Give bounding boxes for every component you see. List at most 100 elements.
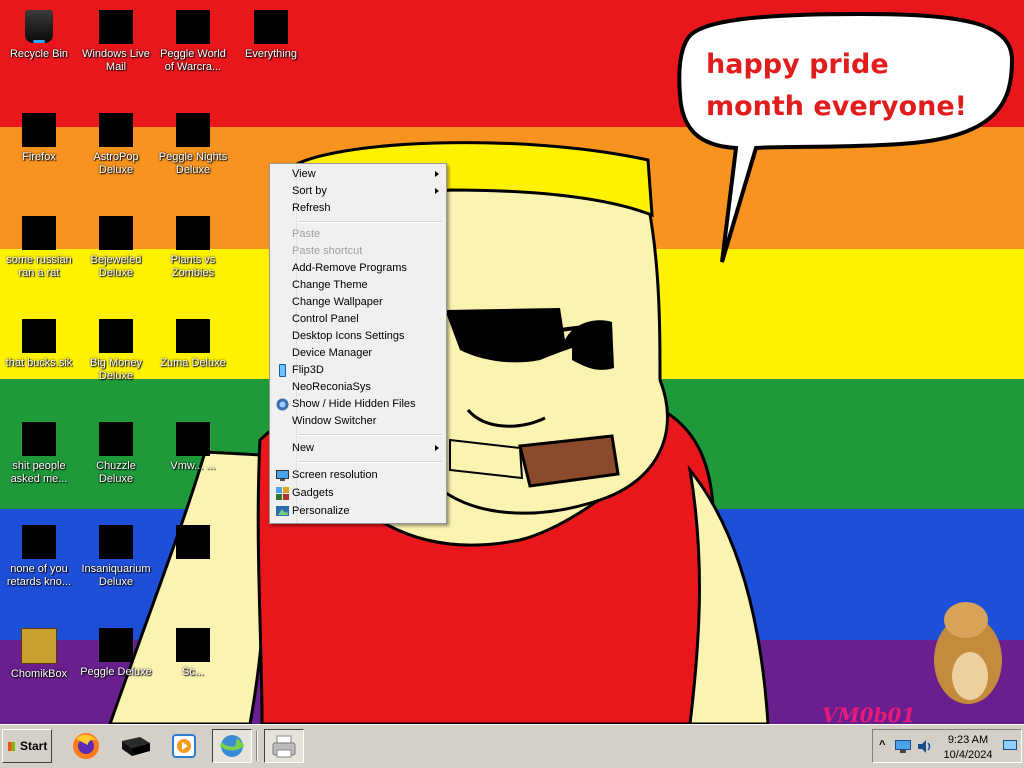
firefox-icon (22, 113, 56, 147)
menu-item-label: Change Wallpaper (292, 296, 383, 308)
menu-item-label: New (292, 442, 315, 454)
menu-item-sort-by[interactable]: Sort by (272, 183, 444, 200)
desktop-icon-label: Vmw... ... (170, 460, 216, 472)
desktop-icon-that-bucks[interactable]: that bucks.sik (0, 313, 78, 370)
taskbar-firefox-button[interactable] (66, 729, 106, 763)
menu-item-gadgets[interactable]: Gadgets (272, 485, 444, 502)
everything-search-icon (254, 10, 288, 44)
desktop-icon-vmware[interactable]: Vmw... ... (154, 416, 232, 473)
menu-item-personalize[interactable]: Personalize (272, 503, 444, 520)
desktop-icon-label: Peggle Nights Deluxe (158, 151, 228, 176)
menu-item-label: Refresh (292, 202, 331, 214)
menu-item-label: Sort by (292, 185, 327, 197)
menu-item-window-switcher[interactable]: Window Switcher (272, 413, 444, 430)
menu-item-paste: Paste (272, 226, 444, 243)
menu-item-label: View (292, 168, 316, 180)
desktop-icon-none-of-you[interactable]: none of you retards kno... (0, 519, 78, 589)
menu-separator (298, 461, 442, 463)
taskbar-media-player-button[interactable] (164, 729, 204, 763)
desktop-icon-recycle-bin[interactable]: Recycle Bin (0, 4, 78, 61)
desktop-icon-unnamed[interactable] (154, 519, 232, 563)
taskbar: Start ^ 9:23 AM 10/4/2024 (0, 724, 1024, 768)
menu-item-new[interactable]: New (272, 440, 444, 457)
peggle-deluxe-icon (99, 628, 133, 662)
file-stack-icon (22, 319, 56, 353)
menu-item-label: Personalize (292, 505, 350, 517)
desktop-icon-firefox[interactable]: Firefox (0, 107, 78, 164)
clock-date[interactable]: 10/4/2024 (939, 749, 997, 761)
menu-item-desktop-icons-settings[interactable]: Desktop Icons Settings (272, 328, 444, 345)
desktop-icon-label: Big Money Deluxe (90, 357, 142, 382)
opera-file-icon (22, 525, 56, 559)
menu-item-view[interactable]: View (272, 166, 444, 183)
desktop-icon-peggle-deluxe[interactable]: Peggle Deluxe (77, 622, 155, 679)
menu-item-change-wallpaper[interactable]: Change Wallpaper (272, 294, 444, 311)
taskbar-terminal-button[interactable] (116, 729, 156, 763)
menu-item-label: Control Panel (292, 313, 359, 325)
gadgets-icon (276, 487, 289, 500)
desktop-icon-label: Windows Live Mail (82, 48, 150, 73)
desktop-icon-label: Peggle World of Warcra... (160, 48, 226, 73)
zuma-icon (176, 319, 210, 353)
menu-item-label: NeoReconiaSys (292, 381, 371, 393)
desktop-icon-label: AstroPop Deluxe (93, 151, 139, 176)
desktop-icon-big-money[interactable]: Big Money Deluxe (77, 313, 155, 383)
desktop-icon-bejeweled[interactable]: Bejeweled Deluxe (77, 210, 155, 280)
show-hidden-icons-chevron-icon[interactable]: ^ (879, 739, 885, 751)
program-icon (176, 525, 210, 559)
menu-item-flip3d[interactable]: Flip3D (272, 362, 444, 379)
menu-item-paste-shortcut: Paste shortcut (272, 243, 444, 260)
desktop-icon-peggle-nights[interactable]: Peggle Nights Deluxe (154, 107, 232, 177)
desktop-icon-everything[interactable]: Everything (232, 4, 310, 61)
desktop-icon-peggle-world[interactable]: Peggle World of Warcra... (154, 4, 232, 74)
desktop-icon-chomikbox[interactable]: ChomikBox (0, 622, 78, 681)
peggle-nights-icon (176, 113, 210, 147)
desktop-icon-windows-live-mail[interactable]: Windows Live Mail (77, 4, 155, 74)
document-icon (22, 422, 56, 456)
menu-item-show-hide-hidden-files[interactable]: Show / Hide Hidden Files (272, 396, 444, 413)
start-button[interactable]: Start (2, 729, 52, 763)
menu-item-refresh[interactable]: Refresh (272, 200, 444, 217)
volume-icon[interactable] (917, 739, 933, 754)
desktop-icon-some-russian[interactable]: some russian ran a rat (0, 210, 78, 280)
bejeweled-icon (99, 216, 133, 250)
desktop-icon-label: Chuzzle Deluxe (96, 460, 136, 485)
desktop-icon-sc[interactable]: Sc... (154, 622, 232, 679)
hidden-files-icon (276, 398, 289, 411)
menu-item-label: Window Switcher (292, 415, 377, 427)
menu-item-change-theme[interactable]: Change Theme (272, 277, 444, 294)
menu-item-control-panel[interactable]: Control Panel (272, 311, 444, 328)
video-file-icon (22, 216, 56, 250)
desktop-icon-plants-vs-zombies[interactable]: Plants vs Zombies (154, 210, 232, 280)
notification-area: ^ 9:23 AM 10/4/2024 (872, 729, 1022, 763)
plants-vs-zombies-icon (176, 216, 210, 250)
desktop-icon-shit-people-asked[interactable]: shit people asked me... (0, 416, 78, 486)
network-icon[interactable] (895, 740, 911, 753)
menu-separator (298, 221, 442, 223)
desktop-icon-insaniquarium[interactable]: Insaniquarium Deluxe (77, 519, 155, 589)
desktop-icon-zuma[interactable]: Zuma Deluxe (154, 313, 232, 370)
menu-item-add-remove-programs[interactable]: Add-Remove Programs (272, 260, 444, 277)
menu-item-label: Paste shortcut (292, 245, 363, 257)
start-label: Start (20, 739, 48, 753)
menu-item-label: Gadgets (292, 487, 334, 499)
taskbar-printer-button[interactable] (264, 729, 304, 763)
desktop-icon-label: some russian ran a rat (6, 254, 72, 279)
speech-bubble-text: happy pride month everyone! (706, 49, 967, 122)
taskbar-download-manager-button[interactable] (212, 729, 252, 763)
submenu-arrow-icon (435, 171, 439, 177)
taskbar-separator (256, 731, 258, 761)
menu-item-screen-resolution[interactable]: Screen resolution (272, 467, 444, 484)
vmware-icon (176, 422, 210, 456)
menu-item-neoreconiasys[interactable]: NeoReconiaSys (272, 379, 444, 396)
clock-time[interactable]: 9:23 AM (939, 734, 997, 746)
submenu-arrow-icon (435, 445, 439, 451)
show-desktop-icon[interactable] (1003, 740, 1017, 752)
menu-item-device-manager[interactable]: Device Manager (272, 345, 444, 362)
chuzzle-icon (99, 422, 133, 456)
terminal-icon (122, 737, 150, 756)
menu-item-label: Device Manager (292, 347, 373, 359)
desktop-icon-chuzzle[interactable]: Chuzzle Deluxe (77, 416, 155, 486)
desktop-icon-astropop[interactable]: AstroPop Deluxe (77, 107, 155, 177)
windows-live-mail-icon (99, 10, 133, 44)
